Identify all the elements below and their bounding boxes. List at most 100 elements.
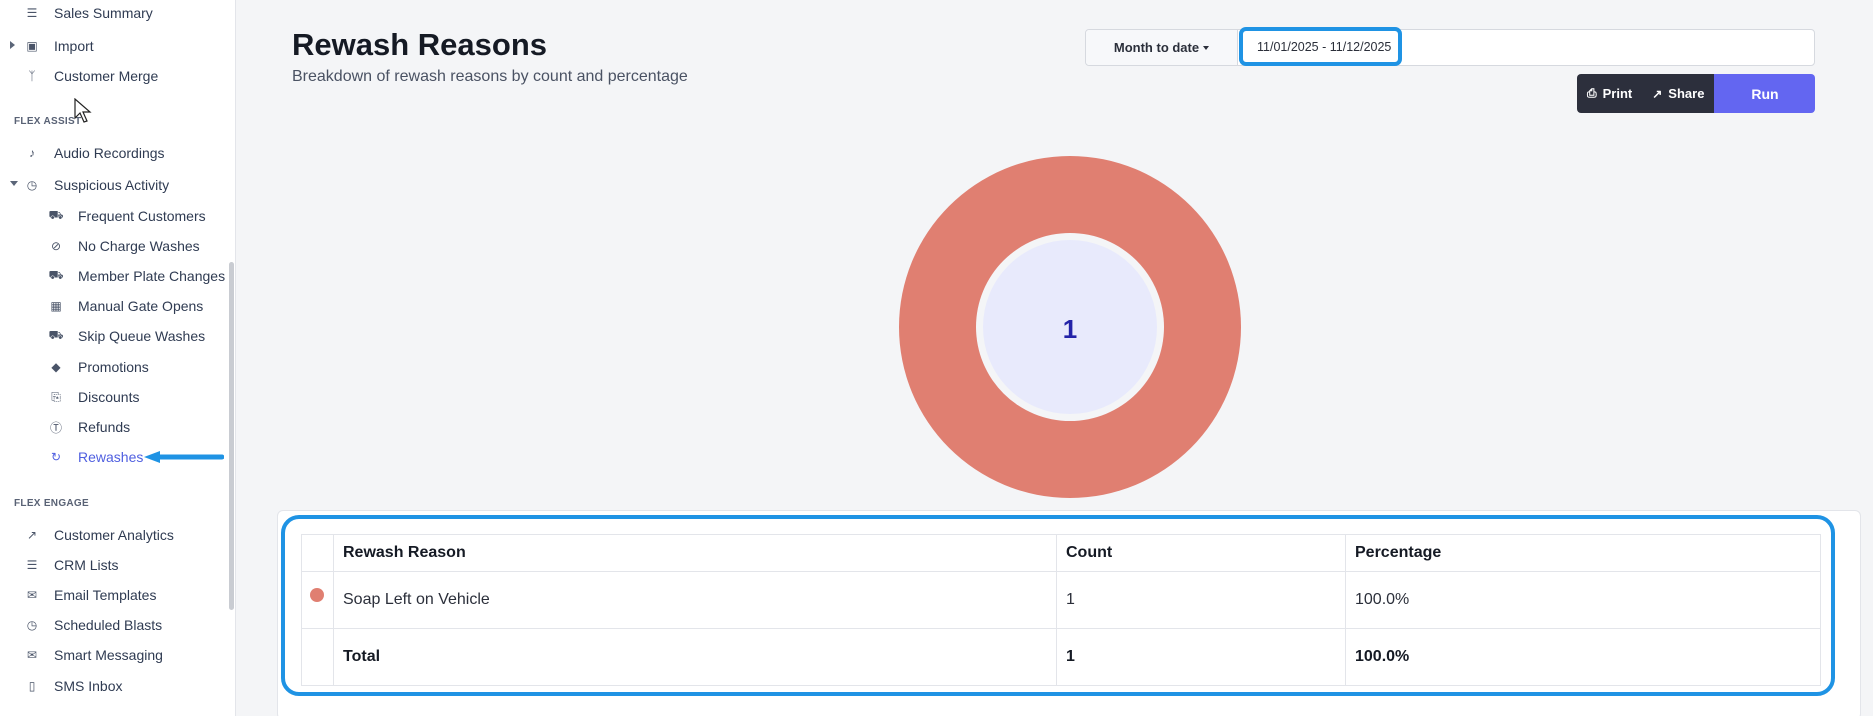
sidebar-item-rewashes[interactable]: ↻ Rewashes — [0, 444, 143, 470]
legend-cell — [301, 571, 334, 629]
sidebar-item-crm-lists[interactable]: ☰ CRM Lists — [0, 552, 119, 578]
date-range-value: 11/01/2025 - 11/12/2025 — [1257, 39, 1392, 54]
legend-cell — [301, 628, 334, 686]
sidebar-item-discounts[interactable]: ⎘ Discounts — [0, 384, 139, 410]
sidebar-item-refunds[interactable]: Ⓣ Refunds — [0, 414, 130, 440]
car-queue-icon: ⛟ — [48, 328, 64, 342]
gate-icon: ▦ — [50, 299, 62, 313]
total-percentage: 100.0% — [1345, 628, 1821, 686]
sidebar-item-label: Scheduled Blasts — [54, 617, 163, 633]
sidebar-item-label: Email Templates — [54, 587, 157, 603]
action-buttons: ⎙ Print ↗ Share Run — [1577, 74, 1816, 113]
cell-count: 1 — [1056, 571, 1346, 629]
sidebar-item-skip-queue-washes[interactable]: ⛟ Skip Queue Washes — [0, 323, 205, 349]
megaphone-icon: ✉ — [26, 648, 38, 662]
column-header-count: Count — [1056, 534, 1346, 572]
clock-icon: ◷ — [26, 178, 38, 192]
date-range-input[interactable]: 11/01/2025 - 11/12/2025 — [1239, 27, 1402, 66]
sidebar-item-sms-inbox[interactable]: ▯ SMS Inbox — [0, 673, 123, 699]
file-icon: ▣ — [26, 39, 38, 53]
sidebar-item-email-templates[interactable]: ✉ Email Templates — [0, 582, 156, 608]
run-label: Run — [1751, 85, 1779, 102]
rewash-table: Rewash Reason Count Percentage Soap Left… — [301, 534, 1821, 686]
sidebar-item-manual-gate-opens[interactable]: ▦ Manual Gate Opens — [0, 293, 203, 319]
sidebar-scrollbar[interactable] — [229, 262, 234, 610]
total-count: 1 — [1056, 628, 1346, 686]
printer-icon: ⎙ — [1587, 86, 1597, 100]
donut-chart: 1 — [899, 156, 1241, 498]
table-row[interactable]: Soap Left on Vehicle 1 100.0% — [301, 571, 1821, 629]
sidebar-item-scheduled-blasts[interactable]: ◷ Scheduled Blasts — [0, 612, 162, 638]
table-total-row: Total 1 100.0% — [301, 628, 1821, 686]
sidebar-item-label: Member Plate Changes — [78, 268, 226, 284]
sidebar-item-smart-messaging[interactable]: ✉ Smart Messaging — [0, 642, 163, 668]
sidebar-item-label: Customer Analytics — [54, 527, 174, 543]
car-icon: ⛟ — [48, 208, 64, 222]
clock-icon: ◷ — [26, 618, 38, 632]
sidebar-item-member-plate-changes[interactable]: ⛟ Member Plate Changes — [0, 263, 225, 289]
page-title: Rewash Reasons — [292, 27, 547, 62]
sidebar-item-customer-merge[interactable]: ᛉ Customer Merge — [0, 63, 158, 89]
page-subtitle: Breakdown of rewash reasons by count and… — [292, 68, 688, 85]
column-header-percentage: Percentage — [1345, 534, 1821, 572]
sidebar-item-label: Manual Gate Opens — [78, 298, 204, 314]
sidebar-item-import[interactable]: ▣ Import — [0, 33, 94, 59]
sidebar-item-sales-summary[interactable]: ☰ Sales Summary — [0, 0, 153, 26]
section-flex-assist: FLEX ASSIST — [14, 116, 82, 127]
receipt-icon: ⎘ — [51, 389, 61, 404]
no-charge-icon: ⊘ — [50, 239, 62, 253]
range-preset-dropdown[interactable]: Month to date — [1086, 30, 1238, 65]
share-icon: ↗ — [1652, 86, 1663, 101]
list-icon: ☰ — [26, 6, 38, 20]
range-preset-label: Month to date — [1113, 40, 1200, 55]
donut-center-value: 1 — [1063, 314, 1077, 344]
column-header-reason: Rewash Reason — [333, 534, 1057, 572]
mouse-cursor-icon — [74, 98, 92, 123]
sidebar-item-label: SMS Inbox — [54, 678, 123, 694]
sidebar-item-label: Customer Merge — [54, 68, 159, 84]
print-label: Print — [1602, 86, 1633, 101]
sidebar-item-label: Refunds — [78, 419, 131, 435]
list-icon: ☰ — [26, 558, 38, 572]
sidebar-item-label: Import — [54, 38, 94, 54]
refresh-icon: ↻ — [50, 450, 62, 464]
run-button[interactable]: Run — [1714, 74, 1816, 113]
music-note-icon: ♪ — [29, 146, 35, 160]
share-label: Share — [1668, 86, 1705, 101]
sidebar-item-label: Sales Summary — [54, 5, 153, 21]
sidebar-item-suspicious-activity[interactable]: ◷ Suspicious Activity — [0, 172, 169, 198]
chart-line-icon: ↗ — [26, 528, 38, 542]
sidebar-item-customer-analytics[interactable]: ↗ Customer Analytics — [0, 522, 174, 548]
sidebar-item-label: No Charge Washes — [78, 238, 200, 254]
car-wash-icon: ⛟ — [48, 268, 64, 282]
date-range-picker: Month to date 11/01/2025 - 11/12/2025 — [1085, 27, 1815, 66]
sidebar-item-audio-recordings[interactable]: ♪ Audio Recordings — [0, 140, 165, 166]
cell-reason: Soap Left on Vehicle — [333, 571, 1057, 629]
tag-icon: ◆ — [51, 360, 61, 374]
legend-dot-icon — [310, 587, 324, 602]
phone-icon: ▯ — [28, 679, 36, 693]
section-flex-engage: FLEX ENGAGE — [14, 498, 89, 509]
sidebar-item-no-charge-washes[interactable]: ⊘ No Charge Washes — [0, 233, 200, 259]
sidebar-item-label: CRM Lists — [54, 557, 119, 573]
sidebar-item-promotions[interactable]: ◆ Promotions — [0, 354, 149, 380]
sidebar-item-label: Audio Recordings — [54, 145, 165, 161]
sidebar-item-label: Smart Messaging — [54, 647, 163, 663]
sidebar-item-label: Suspicious Activity — [54, 177, 170, 193]
cell-percentage: 100.0% — [1345, 571, 1821, 629]
sidebar-item-label: Promotions — [78, 359, 149, 375]
sidebar-item-label: Frequent Customers — [78, 208, 206, 224]
envelope-icon: ✉ — [26, 588, 38, 602]
sidebar-item-frequent-customers[interactable]: ⛟ Frequent Customers — [0, 203, 206, 229]
chevron-down-icon — [1203, 45, 1210, 50]
share-button[interactable]: ↗ Share — [1642, 74, 1715, 113]
pointer-arrow-icon — [144, 451, 224, 463]
color-column-header — [301, 534, 334, 572]
total-label: Total — [333, 628, 1057, 686]
sidebar: ☰ Sales Summary ▣ Import ᛉ Customer Merg… — [0, 0, 236, 716]
dollar-circle-icon: Ⓣ — [49, 420, 62, 435]
sidebar-item-label: Rewashes — [78, 449, 144, 465]
print-button[interactable]: ⎙ Print — [1577, 74, 1643, 113]
table-header-row: Rewash Reason Count Percentage — [301, 534, 1821, 572]
sidebar-item-label: Skip Queue Washes — [78, 328, 206, 344]
